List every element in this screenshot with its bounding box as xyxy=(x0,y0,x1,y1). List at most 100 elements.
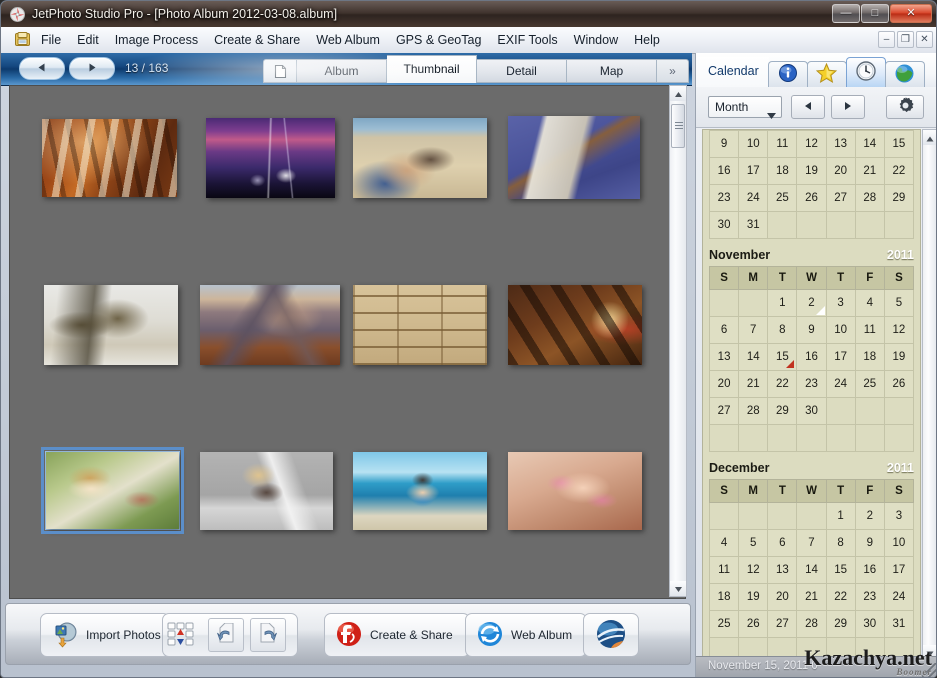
mdi-restore-button[interactable]: ❐ xyxy=(897,31,914,48)
calendar-day[interactable]: 22 xyxy=(767,370,798,398)
tab-calendar[interactable] xyxy=(845,57,886,87)
previous-photo-button[interactable] xyxy=(19,57,65,80)
calendar-day[interactable]: 7 xyxy=(796,529,827,557)
calendar-view-select[interactable]: Month xyxy=(708,96,782,119)
calendar-table-partial[interactable]: 9 10 11 12 13 14 15 16 17 18 19 20 21 22… xyxy=(708,130,915,239)
calendar-day[interactable]: 13 xyxy=(767,556,798,584)
calendar-day[interactable]: 17 xyxy=(738,157,769,185)
calendar-day[interactable]: 29 xyxy=(767,397,798,425)
import-photos-button[interactable]: Import Photos xyxy=(41,615,171,655)
calendar-day[interactable]: 17 xyxy=(825,343,856,371)
calendar-day[interactable]: 30 xyxy=(796,397,827,425)
calendar-day[interactable]: 17 xyxy=(883,556,915,584)
calendar-settings-button[interactable] xyxy=(886,95,924,119)
calendar-day[interactable]: 13 xyxy=(708,343,740,371)
calendar-day[interactable]: 19 xyxy=(796,157,827,185)
web-album-button[interactable]: Web Album xyxy=(466,615,582,655)
calendar-day[interactable]: 30 xyxy=(708,211,740,239)
calendar-day[interactable]: 20 xyxy=(708,370,740,398)
calendar-day[interactable]: 1 xyxy=(825,502,856,530)
calendar-table-november[interactable]: S M T W T F S 1 2 3 4 5 6 7 8 9 10 11 12… xyxy=(708,266,915,452)
calendar-day[interactable]: 27 xyxy=(825,184,856,212)
tab-map[interactable] xyxy=(884,61,925,87)
calendar-day[interactable]: 20 xyxy=(767,583,798,611)
calendar-day[interactable]: 11 xyxy=(854,316,885,344)
calendar-day-marked-white[interactable]: 2 xyxy=(796,289,827,317)
thumbnail-wine-corks[interactable] xyxy=(353,285,487,365)
calendar-day[interactable]: 22 xyxy=(825,583,856,611)
calendar-day[interactable]: 22 xyxy=(883,157,915,185)
grid-scroll-down-button[interactable] xyxy=(670,581,686,596)
calendar-months-container[interactable]: 9 10 11 12 13 14 15 16 17 18 19 20 21 22… xyxy=(702,129,921,661)
calendar-day[interactable]: 27 xyxy=(708,397,740,425)
calendar-day[interactable]: 28 xyxy=(854,184,885,212)
menu-exif-tools[interactable]: EXIF Tools xyxy=(489,31,565,49)
mdi-close-button[interactable]: ✕ xyxy=(916,31,933,48)
calendar-day[interactable]: 16 xyxy=(708,157,740,185)
more-tabs-button[interactable]: » xyxy=(657,59,689,83)
tab-thumbnail[interactable]: Thumbnail xyxy=(387,55,477,83)
calendar-day[interactable]: 15 xyxy=(883,130,915,158)
thumbnail-mountain-range[interactable] xyxy=(200,285,340,365)
calendar-day[interactable]: 3 xyxy=(825,289,856,317)
thumbnail-soldiers-with-rifle[interactable] xyxy=(44,285,178,365)
calendar-day[interactable]: 23 xyxy=(796,370,827,398)
menu-create-share[interactable]: Create & Share xyxy=(206,31,308,49)
calendar-day[interactable]: 20 xyxy=(825,157,856,185)
redo-button[interactable] xyxy=(250,618,286,652)
grid-scroll-up-button[interactable] xyxy=(670,86,686,101)
menu-edit[interactable]: Edit xyxy=(69,31,107,49)
thumbnail-cigars-and-pocket-watch[interactable] xyxy=(508,285,642,365)
mdi-minimize-button[interactable]: – xyxy=(878,31,895,48)
tab-detail[interactable]: Detail xyxy=(477,59,567,83)
minimize-button[interactable]: — xyxy=(832,4,860,23)
calendar-day[interactable]: 23 xyxy=(854,583,885,611)
thumbnail-wine-bottles[interactable] xyxy=(42,119,177,197)
calendar-day[interactable]: 3 xyxy=(883,502,915,530)
tab-rating[interactable] xyxy=(806,61,847,87)
calendar-day[interactable]: 6 xyxy=(767,529,798,557)
calendar-day[interactable]: 11 xyxy=(708,556,740,584)
thumbnail-blonde-woman-in-garden[interactable] xyxy=(41,447,184,534)
calendar-next-button[interactable] xyxy=(831,95,865,119)
calendar-day[interactable]: 2 xyxy=(854,502,885,530)
menu-help[interactable]: Help xyxy=(626,31,668,49)
grid-scroll-thumb[interactable] xyxy=(671,104,685,148)
calendar-day[interactable]: 9 xyxy=(854,529,885,557)
calendar-day[interactable]: 12 xyxy=(796,130,827,158)
close-button[interactable]: ✕ xyxy=(890,4,932,23)
calendar-day[interactable]: 8 xyxy=(767,316,798,344)
calendar-day[interactable]: 1 xyxy=(767,289,798,317)
calendar-day[interactable]: 26 xyxy=(883,370,915,398)
calendar-day[interactable]: 4 xyxy=(854,289,885,317)
maximize-button[interactable]: □ xyxy=(861,4,889,23)
calendar-day[interactable]: 10 xyxy=(825,316,856,344)
calendar-day[interactable]: 19 xyxy=(883,343,915,371)
calendar-day-marked-red[interactable]: 15 xyxy=(767,343,798,371)
thumbnail-lightning-storm[interactable] xyxy=(206,118,335,198)
calendar-day[interactable]: 7 xyxy=(738,316,769,344)
calendar-day[interactable]: 23 xyxy=(708,184,740,212)
calendar-day[interactable]: 24 xyxy=(825,370,856,398)
calendar-day[interactable]: 19 xyxy=(738,583,769,611)
thumbnail-woman-on-beach[interactable] xyxy=(353,118,487,198)
menu-window[interactable]: Window xyxy=(566,31,626,49)
calendar-day[interactable]: 25 xyxy=(854,370,885,398)
calendar-day[interactable]: 16 xyxy=(854,556,885,584)
menu-image-process[interactable]: Image Process xyxy=(107,31,206,49)
calendar-day[interactable]: 10 xyxy=(738,130,769,158)
calendar-day[interactable]: 15 xyxy=(825,556,856,584)
calendar-day[interactable]: 25 xyxy=(708,610,740,638)
calendar-day[interactable]: 6 xyxy=(708,316,740,344)
calendar-day[interactable]: 31 xyxy=(883,610,915,638)
calendar-day[interactable]: 9 xyxy=(708,130,740,158)
geotag-button[interactable] xyxy=(595,615,627,655)
calendar-day[interactable]: 8 xyxy=(825,529,856,557)
calendar-day[interactable]: 26 xyxy=(796,184,827,212)
calendar-day[interactable]: 24 xyxy=(738,184,769,212)
grid-scrollbar[interactable] xyxy=(669,85,687,597)
calendar-scrollbar[interactable] xyxy=(922,129,936,661)
calendar-day[interactable]: 13 xyxy=(825,130,856,158)
menu-file[interactable]: File xyxy=(33,31,69,49)
calendar-day[interactable]: 12 xyxy=(883,316,915,344)
